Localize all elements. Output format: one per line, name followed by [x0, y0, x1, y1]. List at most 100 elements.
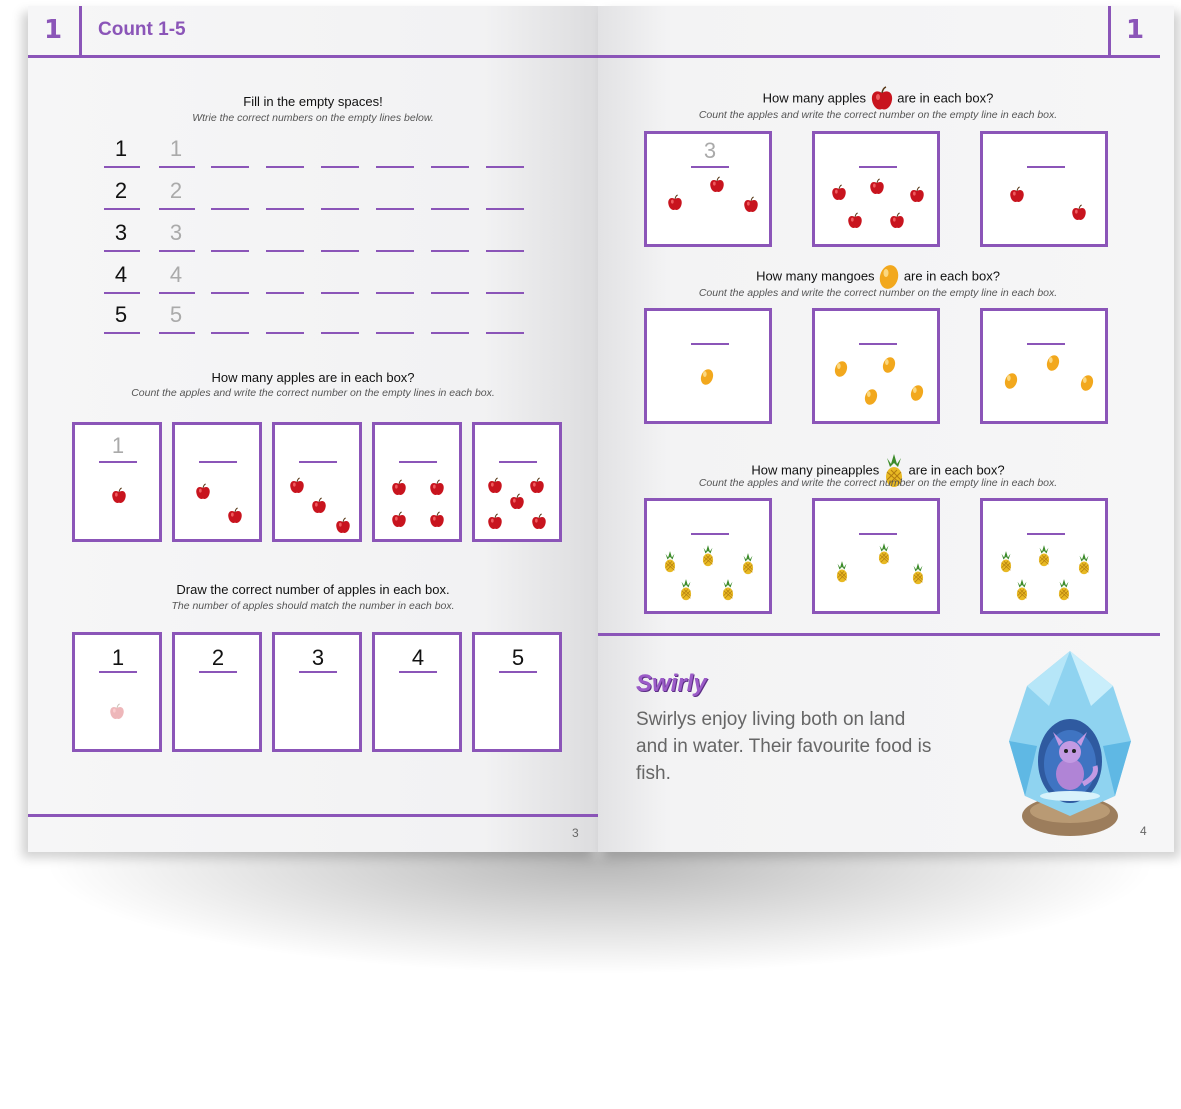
footer-rule: [598, 633, 1160, 636]
answer-blank[interactable]: [486, 250, 524, 252]
answer-blank[interactable]: [211, 332, 249, 334]
apple-icon: [111, 487, 127, 510]
answer-blank[interactable]: [211, 166, 249, 168]
pineapples-heading-end: are in each box?: [908, 462, 1005, 478]
answer-blank[interactable]: [266, 208, 304, 210]
footer-rule: [28, 814, 598, 817]
answer-line[interactable]: [859, 343, 897, 345]
trace-number: 5: [169, 302, 183, 327]
mango-icon: [1079, 373, 1095, 398]
answer-blank[interactable]: [321, 208, 359, 210]
answer-line[interactable]: [199, 461, 237, 463]
trace-number: 3: [169, 220, 183, 245]
apples-subheading: Count the apples and write the correct n…: [698, 109, 1058, 121]
answer-line[interactable]: [499, 461, 537, 463]
answer-blank[interactable]: [431, 208, 469, 210]
answer-line[interactable]: [691, 343, 729, 345]
creature-name: Swirly: [636, 670, 707, 697]
answer-blank[interactable]: [211, 292, 249, 294]
header-rule: [28, 55, 598, 58]
draw-box[interactable]: 2: [172, 632, 262, 752]
mangoes-subheading: Count the apples and write the correct n…: [698, 287, 1058, 299]
answer-line[interactable]: [691, 166, 729, 168]
mango-icon: [909, 383, 925, 408]
answer-blank[interactable]: [211, 208, 249, 210]
answer-blank[interactable]: [376, 292, 414, 294]
answer-blank[interactable]: [266, 332, 304, 334]
mango-box: [812, 308, 940, 424]
apple-icon: [429, 511, 445, 534]
answer-blank[interactable]: [266, 250, 304, 252]
answer-blank[interactable]: [486, 332, 524, 334]
chapter-number: 1: [44, 15, 63, 45]
mango-icon: [863, 387, 879, 412]
page-number: 4: [1140, 824, 1147, 838]
answer-blank[interactable]: [431, 332, 469, 334]
answer-blank[interactable]: [266, 292, 304, 294]
apple-icon: [889, 212, 905, 235]
creature-description: Swirlys enjoy living both on land and in…: [636, 709, 932, 784]
apple-icon: [709, 176, 725, 199]
row-number-line: [104, 332, 140, 334]
answer-blank[interactable]: [431, 250, 469, 252]
draw-box[interactable]: 1: [72, 632, 162, 752]
apples-heading-start: How many apples: [762, 90, 866, 106]
answer-blank[interactable]: [211, 250, 249, 252]
mango-icon: [1045, 353, 1061, 378]
answer-blank[interactable]: [376, 332, 414, 334]
pineapple-icon: [877, 543, 891, 570]
answer-line[interactable]: [1027, 166, 1065, 168]
box-number: 1: [111, 645, 125, 670]
row-number-line: [104, 292, 140, 294]
draw-box[interactable]: 4: [372, 632, 462, 752]
trace-number: 2: [169, 178, 183, 203]
answer-blank[interactable]: [486, 292, 524, 294]
draw-subheading: The number of apples should match the nu…: [171, 600, 455, 612]
answer-line[interactable]: [1027, 533, 1065, 535]
answer-line[interactable]: [859, 533, 897, 535]
count-box: [172, 422, 262, 542]
count-box: [472, 422, 562, 542]
answer-blank[interactable]: [376, 250, 414, 252]
apple-icon: [870, 86, 894, 110]
answer-blank[interactable]: [376, 208, 414, 210]
answer-line[interactable]: [691, 533, 729, 535]
pineapple-icon: [911, 563, 925, 590]
apple-icon: [195, 483, 211, 506]
answer-blank[interactable]: [321, 166, 359, 168]
apple-icon: [509, 493, 525, 516]
answer-line[interactable]: [99, 461, 137, 463]
trace-number-line: [159, 208, 195, 210]
answer-blank[interactable]: [486, 208, 524, 210]
answer-blank[interactable]: [431, 292, 469, 294]
answer-line[interactable]: [399, 461, 437, 463]
mango-box: [644, 308, 772, 424]
box-number: 5: [511, 645, 525, 670]
apple-icon: [311, 497, 327, 520]
answer-line[interactable]: [1027, 343, 1065, 345]
answer-line[interactable]: [299, 461, 337, 463]
answer-blank[interactable]: [376, 166, 414, 168]
mango-box: [980, 308, 1108, 424]
count-subheading: Count the apples and write the correct n…: [131, 387, 495, 399]
trace-number-line: [159, 166, 195, 168]
pineapple-icon: [679, 579, 693, 606]
box-number: 3: [311, 645, 325, 670]
number-underline: [499, 671, 537, 673]
trace-number: 4: [169, 262, 183, 287]
answer-blank[interactable]: [321, 332, 359, 334]
apples-heading-end: are in each box?: [897, 90, 994, 106]
answer-blank[interactable]: [321, 250, 359, 252]
row-number: 1: [114, 136, 128, 161]
apple-icon: [289, 477, 305, 500]
answer-blank[interactable]: [321, 292, 359, 294]
box-number: 2: [211, 645, 225, 670]
draw-box[interactable]: 3: [272, 632, 362, 752]
pineapple-icon: [663, 551, 677, 578]
answer-blank[interactable]: [486, 166, 524, 168]
draw-box[interactable]: 5: [472, 632, 562, 752]
answer-line[interactable]: [859, 166, 897, 168]
answer-blank[interactable]: [266, 166, 304, 168]
answer-blank[interactable]: [431, 166, 469, 168]
apple-icon: [831, 184, 847, 207]
